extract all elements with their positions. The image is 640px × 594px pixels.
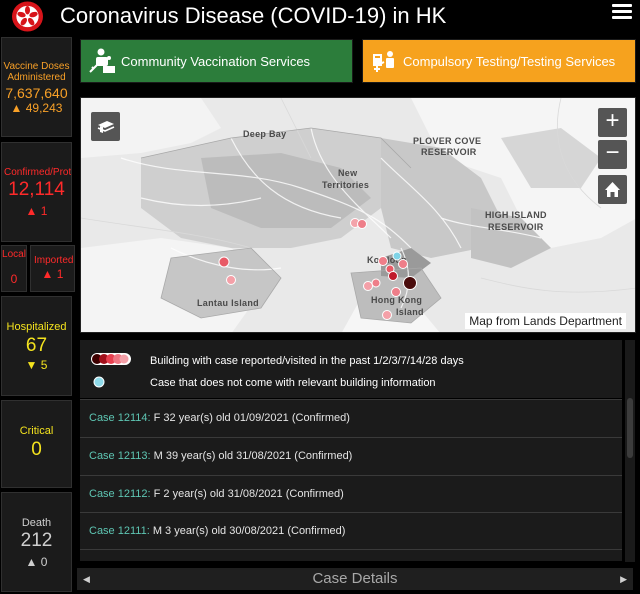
vaccine-doses-card: Vaccine Doses Administered 7,637,640 ▲ 4… (1, 37, 72, 137)
death-label: Death (21, 517, 52, 529)
case-marker[interactable] (226, 275, 236, 285)
testing-icon (373, 51, 394, 72)
confirmed-value: 12,114 (8, 179, 65, 200)
case-list-scrollbar[interactable] (625, 340, 635, 562)
case-marker[interactable] (391, 287, 401, 297)
confirmed-card: Confirmed/Prot 12,114 ▲ 1 (1, 142, 72, 242)
zoom-in-button[interactable]: + (598, 108, 627, 137)
vaccine-doses-label-2: Administered (7, 72, 66, 83)
case-marker-no-building[interactable] (392, 251, 402, 261)
legend-no-building-text: Case that does not come with relevant bu… (150, 377, 436, 389)
menu-icon[interactable] (612, 4, 632, 20)
case-id: Case 12111: (89, 525, 150, 537)
map-layers-button[interactable] (91, 112, 120, 141)
case-list-item-partial[interactable] (80, 549, 622, 561)
local-card: Local 0 (1, 245, 27, 292)
imported-change: ▲ 1 (41, 267, 64, 281)
hksar-emblem-icon (12, 1, 43, 32)
vaccine-doses-value: 7,637,640 (5, 85, 68, 101)
case-marker[interactable] (357, 219, 367, 229)
case-details-label: Case Details (312, 570, 398, 587)
home-button[interactable] (598, 175, 627, 204)
case-info: M 3 year(s) old 30/08/2021 (Confirmed) (152, 525, 346, 537)
legend-building-text: Building with case reported/visited in t… (150, 355, 464, 367)
death-card: Death 212 ▲ 0 (1, 492, 72, 592)
case-info: F 2 year(s) old 31/08/2021 (Confirmed) (153, 488, 344, 500)
case-marker[interactable] (371, 278, 381, 288)
case-id: Case 12114: (89, 412, 151, 424)
local-label: Local (2, 249, 26, 260)
death-value: 212 (20, 530, 53, 551)
case-list-item[interactable]: Case 12112: F 2 year(s) old 31/08/2021 (… (80, 475, 622, 512)
case-marker[interactable] (218, 256, 230, 268)
next-arrow-icon[interactable]: ▶ (620, 574, 627, 585)
compulsory-testing-label: Compulsory Testing/Testing Services (403, 54, 616, 69)
critical-card: Critical 0 (1, 400, 72, 488)
hospitalized-change: ▼ 5 (25, 358, 48, 372)
imported-card: Imported ▲ 1 (30, 245, 75, 292)
zoom-out-button[interactable]: − (598, 140, 627, 169)
page-title: Coronavirus Disease (COVID-19) in HK (60, 3, 447, 28)
header-bar: Coronavirus Disease (COVID-19) in HK (0, 0, 640, 33)
case-marker[interactable] (378, 256, 388, 266)
confirmed-change: ▲ 1 (25, 204, 48, 218)
layers-icon (97, 121, 115, 133)
hospitalized-label: Hospitalized (6, 321, 67, 333)
legend-no-building-icon (93, 376, 105, 388)
map-legend: Building with case reported/visited in t… (80, 340, 622, 398)
critical-value: 0 (31, 439, 42, 460)
imported-label: Imported (34, 255, 74, 266)
case-marker[interactable] (382, 310, 392, 320)
case-markers-layer (218, 218, 417, 320)
case-info: M 39 year(s) old 31/08/2021 (Confirmed) (153, 450, 353, 462)
map-attribution: Map from Lands Department (465, 313, 626, 329)
case-list[interactable]: Case 12114: F 32 year(s) old 01/09/2021 … (80, 399, 622, 561)
case-marker[interactable] (363, 281, 373, 291)
community-vaccination-button[interactable]: Community Vaccination Services (80, 39, 353, 83)
hospitalized-value: 67 (25, 335, 48, 356)
legend-recency-gradient-icon (91, 353, 131, 365)
case-list-item[interactable]: Case 12113: M 39 year(s) old 31/08/2021 … (80, 437, 622, 474)
case-id: Case 12113: (89, 450, 151, 462)
vaccination-icon (89, 48, 115, 73)
case-marker[interactable] (388, 271, 398, 281)
scrollbar-thumb[interactable] (627, 398, 633, 458)
case-marker[interactable] (398, 259, 408, 269)
case-marker[interactable] (403, 276, 417, 290)
local-value: 0 (10, 272, 18, 286)
compulsory-testing-button[interactable]: Compulsory Testing/Testing Services (362, 39, 636, 83)
community-vaccination-label: Community Vaccination Services (121, 54, 311, 69)
hospitalized-card: Hospitalized 67 ▼ 5 (1, 296, 72, 396)
critical-label: Critical (19, 425, 54, 437)
home-icon (605, 182, 620, 197)
vaccine-doses-change: ▲ 49,243 (10, 101, 63, 115)
death-change: ▲ 0 (25, 555, 48, 569)
vaccine-doses-label: Vaccine Doses (3, 61, 70, 72)
case-info: F 32 year(s) old 01/09/2021 (Confirmed) (153, 412, 350, 424)
case-map[interactable]: Deep Bay PLOVER COVE RESERVOIR New Terri… (80, 97, 636, 333)
confirmed-label: Confirmed/Prot (4, 167, 72, 178)
case-list-item[interactable]: Case 12114: F 32 year(s) old 01/09/2021 … (80, 399, 622, 436)
case-list-item[interactable]: Case 12111: M 3 year(s) old 30/08/2021 (… (80, 512, 622, 549)
case-id: Case 12112: (89, 488, 151, 500)
case-details-bar[interactable]: ◀ Case Details ▶ (77, 568, 633, 590)
